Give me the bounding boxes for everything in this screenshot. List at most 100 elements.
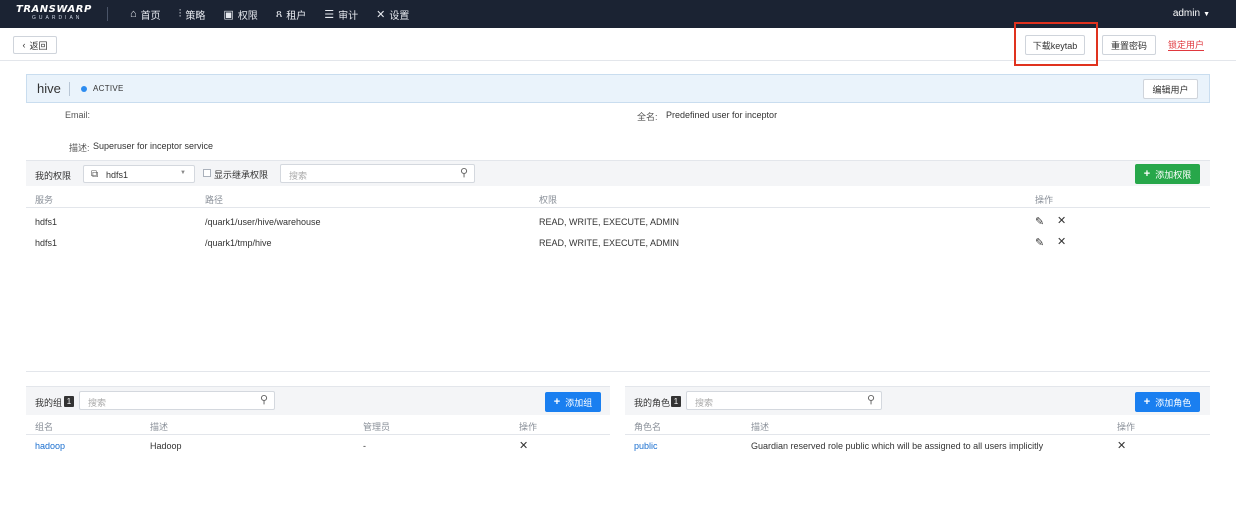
username: hive (37, 81, 61, 96)
roles-title: 我的角色 (634, 398, 671, 408)
cell-service: hdfs1 (35, 217, 58, 227)
search-placeholder: 搜索 (88, 398, 107, 408)
add-role-button[interactable]: + 添加角色 (1135, 392, 1200, 412)
groups-count-badge: 1 (64, 396, 74, 407)
divider (625, 434, 1210, 435)
delete-icon[interactable]: ✕ (1057, 235, 1066, 248)
email-label: Email: (65, 110, 91, 120)
nav-label: 策略 (185, 10, 206, 22)
roles-search-input[interactable]: 搜索 ⚲ (686, 391, 882, 410)
back-button[interactable]: ‹ 返回 (13, 36, 57, 54)
nav-item-permissions[interactable]: ▣ 权限 (223, 7, 257, 22)
nav-item-audit[interactable]: ☰ 审计 (324, 7, 358, 22)
column-header: 角色名 (634, 422, 662, 432)
nav-label: 权限 (237, 10, 258, 22)
caret-down-icon: ▼ (1203, 11, 1210, 18)
column-header: 权限 (539, 195, 558, 205)
column-header: 组名 (35, 422, 54, 432)
plus-icon: + (553, 396, 561, 408)
chevron-left-icon: ‹ (22, 40, 26, 50)
logo-divider (107, 7, 108, 21)
groups-search-input[interactable]: 搜索 ⚲ (79, 391, 275, 410)
logo-subtext: GUARDIAN (32, 15, 83, 21)
nav-item-settings[interactable]: ✕ 设置 (376, 7, 409, 22)
user-menu[interactable]: admin ▼ (1173, 8, 1210, 19)
back-label: 返回 (29, 40, 48, 51)
service-select[interactable]: ⧉ hdfs1 ▼ (83, 165, 195, 183)
nav-label: 设置 (389, 10, 410, 22)
plus-icon: + (1143, 168, 1151, 180)
add-permission-label: 添加权限 (1155, 169, 1192, 180)
cell-description: Hadoop (150, 441, 182, 451)
edit-icon[interactable]: ✎ (1035, 215, 1044, 228)
role-name-link[interactable]: public (634, 441, 658, 451)
roles-count-badge: 1 (671, 396, 681, 407)
column-header: 描述 (150, 422, 169, 432)
fullname-label: 全名: (637, 112, 658, 122)
column-header: 操作 (1035, 195, 1054, 205)
nav-item-tenant[interactable]: ጸ 租户 (276, 7, 306, 22)
search-placeholder: 搜索 (695, 398, 714, 408)
description-value: Superuser for inceptor service (93, 141, 214, 151)
settings-icon: ✕ (376, 8, 386, 21)
delete-icon[interactable]: ✕ (1057, 214, 1066, 227)
permissions-icon: ▣ (223, 8, 234, 21)
column-header: 路径 (205, 195, 224, 205)
show-inherited-label: 显示继承权限 (214, 170, 269, 180)
user-name: admin (1172, 8, 1201, 19)
main-nav: ⌂ 首页 ⫶ 策略 ▣ 权限 ጸ 租户 ☰ 审计 ✕ 设置 (130, 0, 427, 28)
add-permission-button[interactable]: + 添加权限 (1135, 164, 1200, 184)
chevron-down-icon: ▼ (180, 170, 186, 176)
lock-user-button[interactable]: 锁定用户 (1168, 40, 1205, 51)
add-group-button[interactable]: + 添加组 (545, 392, 601, 412)
add-role-label: 添加角色 (1155, 397, 1192, 408)
show-inherited-checkbox[interactable] (203, 169, 211, 177)
column-header: 描述 (751, 422, 770, 432)
nav-item-policy[interactable]: ⫶ 策略 (179, 7, 206, 22)
audit-icon: ☰ (324, 8, 335, 21)
group-name-link[interactable]: hadoop (35, 441, 65, 451)
status-dot-icon (81, 86, 87, 92)
status-badge: ACTIVE (93, 84, 124, 93)
reset-password-button[interactable]: 重置密码 (1102, 35, 1156, 55)
cell-admin: - (363, 441, 366, 451)
divider (69, 82, 70, 96)
search-icon[interactable]: ⚲ (260, 393, 268, 406)
search-icon[interactable]: ⚲ (867, 393, 875, 406)
nav-label: 审计 (338, 10, 359, 22)
cell-path: /quark1/tmp/hive (205, 238, 272, 248)
delete-icon[interactable]: ✕ (519, 439, 528, 452)
column-header: 服务 (35, 195, 54, 205)
fullname-value: Predefined user for inceptor (666, 110, 778, 120)
permissions-toolbar: 我的权限 ⧉ hdfs1 ▼ 显示继承权限 搜索 ⚲ + 添加权限 (26, 160, 1210, 186)
transwarp-guardian-logo[interactable]: TRANSWARP GUARDIAN (16, 4, 94, 24)
search-icon[interactable]: ⚲ (460, 166, 468, 179)
cell-path: /quark1/user/hive/warehouse (205, 217, 321, 227)
nav-label: 首页 (140, 10, 161, 22)
permissions-search-input[interactable]: 搜索 ⚲ (280, 164, 475, 183)
delete-icon[interactable]: ✕ (1117, 439, 1126, 452)
plus-icon: + (1143, 396, 1151, 408)
policy-icon: ⫶ (178, 7, 182, 20)
permissions-title: 我的权限 (35, 171, 72, 181)
edit-user-button[interactable]: 编辑用户 (1143, 79, 1198, 99)
groups-toolbar: 我的组 1 搜索 ⚲ + 添加组 (26, 386, 610, 415)
edit-icon[interactable]: ✎ (1035, 236, 1044, 249)
nav-item-home[interactable]: ⌂ 首页 (130, 7, 161, 22)
groups-title: 我的组 (35, 398, 63, 408)
tenant-icon: ጸ (275, 7, 283, 20)
column-header: 管理员 (363, 422, 391, 432)
service-icon: ⧉ (91, 169, 99, 180)
home-icon: ⌂ (130, 8, 137, 20)
cell-description: Guardian reserved role public which will… (751, 441, 1044, 451)
highlight-box (1014, 22, 1098, 66)
roles-toolbar: 我的角色 1 搜索 ⚲ + 添加角色 (625, 386, 1210, 415)
nav-label: 租户 (286, 10, 307, 22)
service-selected: hdfs1 (106, 170, 129, 180)
divider (26, 434, 610, 435)
description-label: 描述: (69, 143, 90, 153)
logo-text: TRANSWARP (16, 4, 92, 15)
cell-permission: READ, WRITE, EXECUTE, ADMIN (539, 238, 680, 248)
search-placeholder: 搜索 (289, 171, 308, 181)
divider (26, 371, 1210, 372)
